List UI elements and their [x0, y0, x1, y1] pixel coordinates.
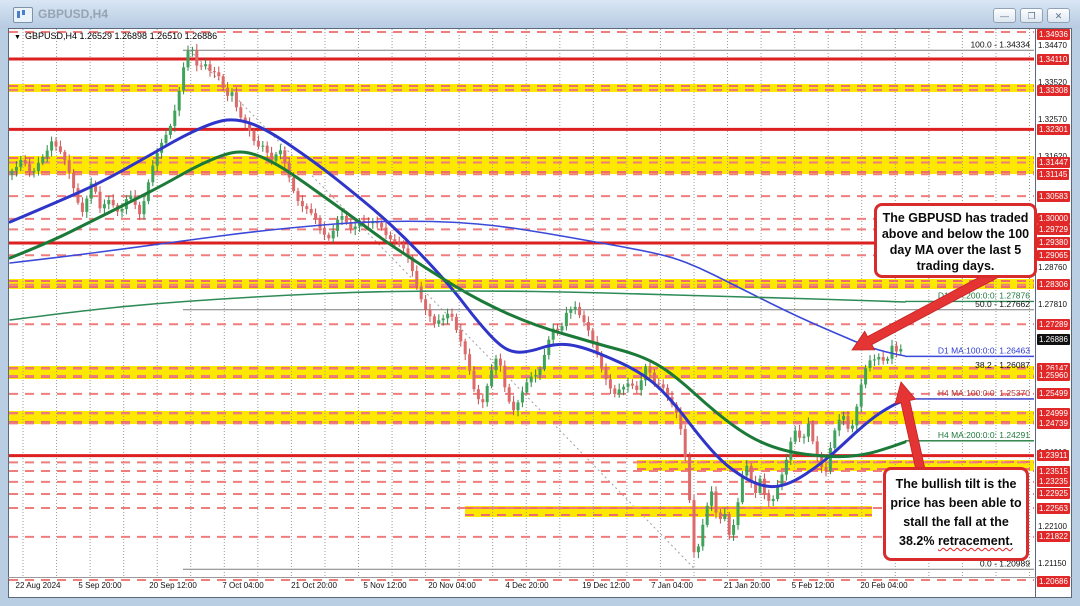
chart-icon [13, 7, 33, 23]
legend-symbol: GBPUSD,H4 [25, 31, 77, 41]
annotation-box1-text: The GBPUSD has traded above and below th… [882, 211, 1029, 273]
price-level-badge: 1.23235 [1037, 476, 1070, 487]
legend-open: 1.26529 [79, 31, 112, 41]
price-level-badge: 1.20686 [1037, 576, 1070, 587]
price-level-badge: 1.31447 [1037, 157, 1070, 168]
time-tick-label: 20 Sep 12:00 [133, 581, 213, 590]
price-tick-label: 1.21150 [1038, 558, 1066, 569]
price-level-badge: 1.22925 [1037, 488, 1070, 499]
time-tick-label: 4 Dec 20:00 [487, 581, 567, 590]
window-titlebar: GBPUSD,H4 — ❐ ✕ [0, 0, 1080, 28]
current-price-badge: 1.26886 [1037, 334, 1070, 345]
price-level-badge: 1.27289 [1037, 319, 1070, 330]
price-level-badge: 1.25499 [1037, 388, 1070, 399]
legend-expander-icon[interactable]: ▼ [14, 34, 21, 41]
price-level-badge: 1.25960 [1037, 370, 1070, 381]
annotation-box-100day-ma[interactable]: The GBPUSD has traded above and below th… [874, 203, 1037, 278]
price-level-badge: 1.23515 [1037, 466, 1070, 477]
annotation-box-382-retracement[interactable]: The bullish tilt is the price has been a… [883, 467, 1029, 561]
price-level-badge: 1.28306 [1037, 279, 1070, 290]
price-tick-label: 1.28760 [1038, 262, 1067, 273]
price-level-badge: 1.33308 [1037, 85, 1070, 96]
window-title: GBPUSD,H4 [38, 7, 108, 21]
price-level-badge: 1.30583 [1037, 191, 1070, 202]
time-axis[interactable]: 22 Aug 20245 Sep 20:0020 Sep 12:007 Oct … [9, 578, 1035, 598]
price-level-badge: 1.34110 [1037, 54, 1069, 65]
price-level-badge: 1.31145 [1037, 169, 1069, 180]
price-level-badge: 1.23911 [1037, 450, 1069, 461]
chart-legend: ▼ GBPUSD,H4 1.26529 1.26898 1.26510 1.268… [14, 31, 217, 41]
price-axis[interactable]: 1.344701.335201.325701.316201.287601.278… [1036, 28, 1080, 598]
time-tick-label: 7 Jan 04:00 [632, 581, 712, 590]
price-level-badge: 1.29380 [1037, 237, 1070, 248]
price-level-badge: 1.29729 [1037, 224, 1070, 235]
time-tick-label: 5 Sep 20:00 [60, 581, 140, 590]
time-tick-label: 21 Oct 20:00 [274, 581, 354, 590]
price-tick-label: 1.34470 [1038, 40, 1067, 51]
legend-low: 1.26510 [150, 31, 183, 41]
time-tick-label: 7 Oct 04:00 [203, 581, 283, 590]
price-tick-label: 1.27810 [1038, 299, 1067, 310]
price-level-badge: 1.24739 [1037, 418, 1070, 429]
time-tick-label: 20 Nov 04:00 [412, 581, 492, 590]
price-level-badge: 1.30000 [1037, 213, 1070, 224]
price-level-badge: 1.32301 [1037, 124, 1070, 135]
price-level-badge: 1.21822 [1037, 531, 1070, 542]
time-tick-label: 5 Feb 12:00 [773, 581, 853, 590]
price-level-badge: 1.29065 [1037, 250, 1070, 261]
annotation-box2-wavy-word: retracement. [938, 534, 1013, 548]
time-tick-label: 20 Feb 04:00 [844, 581, 924, 590]
trading-app-window: GBPUSD,H4 — ❐ ✕ H4 MA:100:0:0: 1.25370H4… [0, 0, 1080, 606]
legend-close: 1.26886 [185, 31, 218, 41]
price-level-badge: 1.22563 [1037, 503, 1070, 514]
close-button[interactable]: ✕ [1047, 8, 1070, 23]
minimize-button[interactable]: — [993, 8, 1016, 23]
legend-high: 1.26898 [115, 31, 148, 41]
price-level-badge: 1.34936 [1037, 29, 1070, 40]
restore-button[interactable]: ❐ [1020, 8, 1043, 23]
